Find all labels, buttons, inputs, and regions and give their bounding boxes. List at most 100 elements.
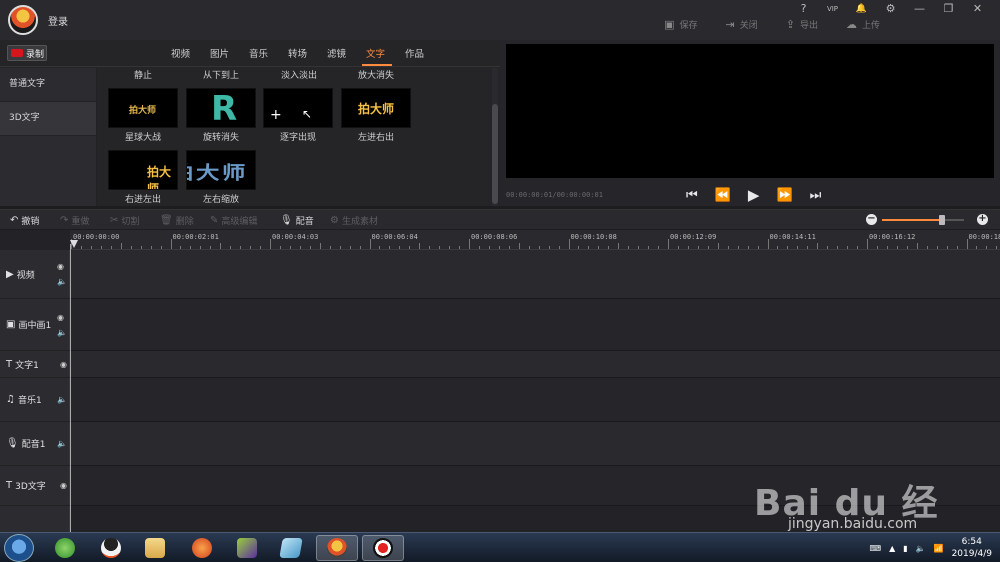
minimize-button[interactable]: — (905, 2, 934, 16)
system-tray: ⌨ ▲ ▮ 🔈 📶 6:54 2019/4/9 (870, 536, 992, 560)
tab-transition[interactable]: 转场 (288, 46, 327, 60)
eye-icon[interactable]: ◉ (60, 360, 67, 369)
keyboard-icon[interactable]: ⌨ (870, 544, 882, 553)
taskbar-qq[interactable] (90, 535, 132, 561)
track-header-3[interactable]: ♫ 音乐1 🔈 (0, 378, 70, 422)
export-button[interactable]: ⇪ 导出 (786, 18, 818, 31)
track-lane-0[interactable] (71, 250, 1000, 299)
ruler-minor-tick (697, 246, 699, 249)
ruler-minor-tick (658, 246, 660, 249)
step-forward-icon[interactable]: ⏩ (776, 188, 792, 203)
ruler-minor-tick (707, 246, 709, 249)
zoom-slider[interactable] (882, 215, 964, 225)
network-icon[interactable]: 📶 (934, 544, 944, 553)
advanced-edit-button[interactable]: ✎ 高级编辑 (210, 214, 257, 227)
app-logo[interactable] (8, 5, 38, 35)
effect-thumb-char-appear[interactable]: + ↖ (263, 88, 333, 128)
speaker-icon[interactable]: 🔈 (57, 439, 67, 448)
track-header-2[interactable]: T 文字1 ◉ (0, 351, 70, 378)
speaker-icon[interactable]: 🔈 (57, 277, 67, 286)
maximize-button[interactable]: ❐ (934, 2, 963, 16)
tab-music[interactable]: 音乐 (249, 46, 288, 60)
eye-icon[interactable]: ◉ (60, 481, 67, 490)
tab-works[interactable]: 作品 (405, 46, 444, 60)
track-lane-3[interactable] (71, 378, 1000, 422)
playhead-marker[interactable] (70, 240, 78, 248)
skip-end-icon[interactable]: ⏭ (810, 188, 822, 203)
gear-icon[interactable]: ⚙ (876, 2, 905, 16)
track-header-4[interactable]: 🎙 配音1 🔈 (0, 422, 70, 466)
undo-button[interactable]: ↶ 撤销 (10, 214, 39, 227)
track-lane-1[interactable] (71, 299, 1000, 351)
close-button[interactable]: ⇥ 关闭 (726, 18, 758, 31)
preview-panel: 00:00:00:01/00:00:00:01 ⏮ ⏪ ▶ ⏩ ⏭ (500, 40, 1000, 206)
show-hidden-icon[interactable]: ▲ (889, 544, 895, 553)
voiceover-button[interactable]: 🎙 配音 (280, 214, 314, 227)
ruler-minor-tick (538, 246, 540, 249)
track-header-0[interactable]: ▶ 视频 ◉ 🔈 (0, 250, 70, 299)
track-lane-2[interactable] (71, 351, 1000, 378)
ruler-minor-tick (319, 243, 321, 249)
time-ruler[interactable]: 00:00:00:00 00:00:02:01 00:00:04:03 00:00:0… (70, 230, 1000, 250)
system-clock[interactable]: 6:54 2019/4/9 (952, 536, 992, 560)
effect-thumb-left-in-right-out[interactable]: 拍大师 (341, 88, 411, 128)
vip-icon[interactable]: VIP (818, 2, 847, 16)
ruler-major-tick (270, 239, 271, 249)
taskbar-recorder[interactable] (362, 535, 404, 561)
ruler-minor-tick (618, 243, 620, 249)
generate-material-button[interactable]: ⚙ 生成素材 (330, 214, 378, 227)
help-icon[interactable]: ? (789, 2, 818, 16)
zoom-in-button[interactable]: + (977, 214, 988, 225)
effect-thumb-horizontal-zoom[interactable]: 拍大师 (186, 150, 256, 190)
track-header-5[interactable]: T 3D文字 ◉ (0, 466, 70, 506)
delete-button[interactable]: 🗑 删除 (160, 214, 194, 227)
redo-icon: ↷ (60, 215, 69, 226)
skip-start-icon[interactable]: ⏮ (686, 188, 698, 203)
taskbar-pai-da-shi[interactable] (316, 535, 358, 561)
ruler-minor-tick (847, 246, 849, 249)
speaker-icon[interactable]: 🔈 (57, 395, 67, 404)
category-3d-text[interactable]: 3D文字 (0, 102, 96, 136)
speaker-icon[interactable]: 🔈 (57, 328, 67, 337)
effect-thumb-star-wars[interactable]: 拍大师 (108, 88, 178, 128)
undo-icon: ↶ (10, 215, 19, 226)
play-icon[interactable]: ▶ (748, 186, 760, 204)
login-link[interactable]: 登录 (48, 13, 68, 28)
redo-button[interactable]: ↷ 重做 (60, 214, 89, 227)
record-button[interactable]: 录制 (7, 45, 47, 61)
ruler-major-tick (867, 239, 868, 249)
effect-thumb-right-in-left-out[interactable]: 拍大师 (108, 150, 178, 190)
taskbar-file-explorer[interactable] (134, 535, 176, 561)
tab-text[interactable]: 文字 (366, 46, 405, 60)
effect-thumb-rotate-disappear[interactable]: R (186, 88, 256, 128)
ruler-major-tick (170, 239, 172, 249)
tab-video[interactable]: 视频 (171, 46, 210, 60)
taskbar-firefox[interactable] (181, 535, 223, 561)
ruler-minor-tick (498, 246, 500, 249)
taskbar-360-browser[interactable] (44, 535, 86, 561)
cut-button[interactable]: ✂ 切割 (110, 214, 139, 227)
eye-icon[interactable]: ◉ (57, 313, 67, 322)
step-back-icon[interactable]: ⏪ (715, 188, 731, 203)
taskbar-notebook[interactable] (270, 535, 312, 561)
category-normal-text[interactable]: 普通文字 (0, 68, 96, 102)
gallery-scrollbar[interactable] (492, 68, 498, 206)
close-window-button[interactable]: ✕ (963, 2, 992, 16)
taskbar-media-player[interactable] (226, 535, 268, 561)
tab-filter[interactable]: 滤镜 (327, 46, 366, 60)
ruler-minor-tick (100, 246, 102, 249)
zoom-out-button[interactable]: − (866, 214, 877, 225)
eye-icon[interactable]: ◉ (57, 262, 67, 271)
battery-icon[interactable]: ▮ (903, 544, 907, 553)
save-button[interactable]: ▣ 保存 (664, 18, 697, 31)
bell-icon[interactable]: 🔔 (847, 2, 876, 16)
microphone-icon: 🎙 (280, 215, 293, 226)
start-button[interactable] (4, 534, 34, 562)
volume-icon[interactable]: 🔈 (916, 544, 926, 553)
tab-image[interactable]: 图片 (210, 46, 249, 60)
upload-button[interactable]: ☁ 上传 (846, 18, 880, 31)
track-header-1[interactable]: ▣ 画中画1 ◉ 🔈 (0, 299, 70, 351)
zoom-slider-handle[interactable] (938, 215, 945, 225)
scrollbar-thumb[interactable] (492, 104, 498, 204)
ruler-minor-tick (110, 246, 112, 249)
